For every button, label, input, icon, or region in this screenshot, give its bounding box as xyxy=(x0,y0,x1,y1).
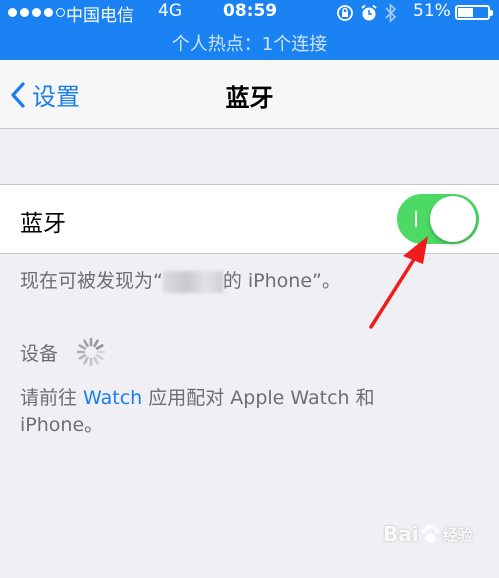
watermark-text: 经验 xyxy=(442,525,473,544)
paw-icon xyxy=(421,524,440,543)
watermark-logo: Bai xyxy=(383,522,419,546)
baidu-watermark: Bai 经验 xyxy=(383,522,473,546)
annotation-arrow xyxy=(369,236,428,329)
